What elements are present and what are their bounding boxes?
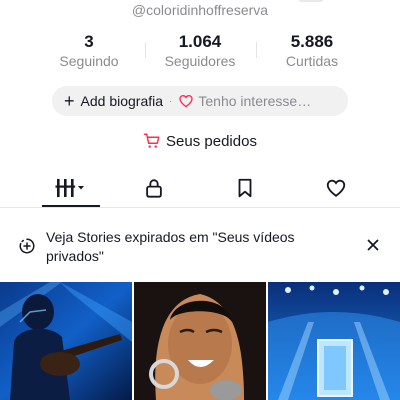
video-thumbnail[interactable]	[134, 282, 266, 400]
tab-videos[interactable]	[35, 170, 107, 206]
tabs-divider	[0, 207, 400, 208]
stat-followers[interactable]: 1.064 Seguidores	[145, 32, 255, 70]
shopping-cart-icon	[143, 133, 160, 148]
video-grid	[0, 282, 400, 400]
video-thumbnail-image	[134, 282, 266, 400]
orders-link[interactable]: Seus pedidos	[0, 132, 400, 150]
stat-likes-label: Curtidas	[285, 53, 339, 69]
tab-saved[interactable]	[209, 170, 281, 206]
heart-icon	[326, 179, 346, 197]
plus-icon: +	[64, 91, 75, 111]
video-thumbnail[interactable]	[268, 282, 400, 400]
bio-separator: ·	[169, 95, 173, 107]
profile-tabs	[0, 170, 400, 208]
stat-following-label: Seguindo	[59, 53, 119, 69]
top-edit-button[interactable]	[298, 0, 324, 2]
videos-grid-icon	[55, 179, 84, 197]
banner-text: Veja Stories expirados em "Seus vídeos p…	[46, 229, 295, 264]
profile-page: @coloridinhoffreserva 3 Seguindo 1.064 S…	[0, 0, 400, 400]
stat-followers-label: Seguidores	[164, 53, 236, 69]
interests-button[interactable]: Tenho interesse…	[198, 93, 311, 109]
bookmark-icon	[238, 178, 252, 198]
video-thumbnail[interactable]	[0, 282, 132, 400]
bio-bar: + Add biografia · Tenho interesse…	[52, 86, 348, 116]
video-thumbnail-image	[268, 282, 400, 400]
stat-following[interactable]: 3 Seguindo	[34, 32, 144, 70]
lock-icon	[146, 179, 162, 198]
story-add-icon	[19, 238, 35, 254]
stat-following-value: 3	[84, 32, 94, 51]
video-thumbnail-image	[0, 282, 132, 400]
stat-likes-value: 5.886	[290, 32, 334, 51]
close-button[interactable]	[362, 234, 384, 256]
add-bio-button[interactable]: Add biografia	[81, 93, 164, 109]
orders-label: Seus pedidos	[166, 132, 257, 150]
close-icon	[367, 239, 379, 251]
heart-outline-icon	[179, 94, 194, 108]
tab-private[interactable]	[118, 170, 190, 206]
tab-liked[interactable]	[300, 170, 372, 206]
profile-stats: 3 Seguindo 1.064 Seguidores 5.886 Curtid…	[0, 32, 400, 72]
expired-stories-banner[interactable]: Veja Stories expirados em "Seus vídeos p…	[0, 220, 400, 272]
stat-followers-value: 1.064	[178, 32, 222, 51]
stat-likes[interactable]: 5.886 Curtidas	[257, 32, 367, 70]
profile-handle: @coloridinhoffreserva	[131, 2, 269, 18]
